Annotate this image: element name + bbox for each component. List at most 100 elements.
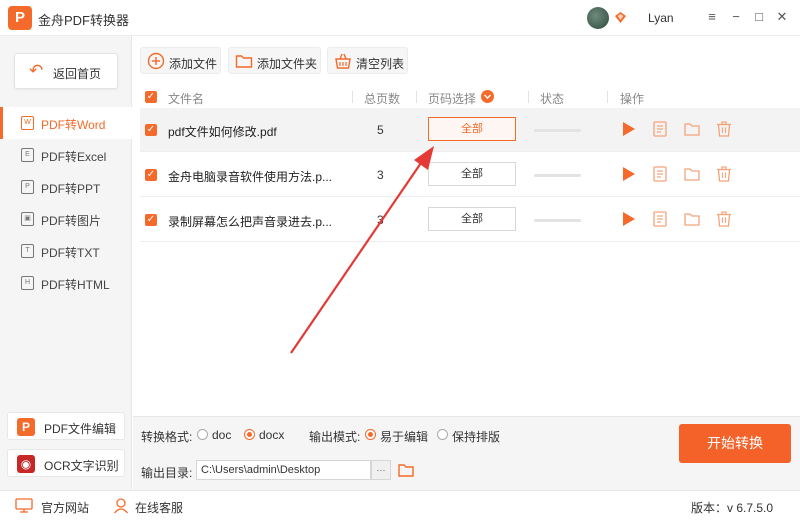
sidebar-item-label: PDF转Word [41,118,106,132]
column-header-page-select: 页码选择 [428,92,477,106]
page-select-field[interactable]: 全部 [428,117,516,141]
column-divider [607,91,608,103]
document-icon[interactable] [651,120,669,138]
output-dir-field[interactable]: C:\Users\admin\Desktop [196,460,371,480]
status-bar: 官方网站 在线客服 版本：v 6.7.5.0 [0,490,800,520]
status-progress-bar [534,129,581,132]
page-count: 3 [377,213,384,227]
sidebar-item-pdf-to-ppt[interactable]: P PDF转PPT [0,171,132,203]
excel-doc-icon: E [21,148,34,162]
monitor-icon [15,498,33,513]
column-header-pages: 总页数 [364,92,401,106]
close-button[interactable]: ✕ [774,9,790,25]
pdf-edit-label: PDF文件编辑 [44,422,117,436]
open-folder-icon[interactable] [397,461,415,479]
format-doc-radio[interactable] [197,429,208,440]
add-circle-icon [147,52,165,70]
online-support-link[interactable]: 在线客服 [135,499,183,516]
menu-icon[interactable]: ≡ [704,9,720,25]
minimize-button[interactable]: − [728,9,744,25]
browse-button[interactable]: ··· [371,460,391,480]
ocr-eye-icon: ◉ [17,455,35,473]
sidebar: ↶ 返回首页 W PDF转Word E PDF转Excel P PDF转PPT … [0,36,132,490]
trash-icon[interactable] [715,210,733,228]
folder-icon[interactable] [683,120,701,138]
txt-doc-icon: T [21,244,34,258]
mode-keep-layout-radio[interactable] [437,429,448,440]
ocr-label: OCR文字识别 [44,459,119,473]
page-count: 3 [377,168,384,182]
table-row[interactable]: ✓ pdf文件如何修改.pdf 5 全部 [140,108,800,152]
sidebar-item-pdf-to-image[interactable]: ▣ PDF转图片 [0,203,132,235]
chevron-down-icon[interactable] [481,90,494,103]
ocr-button[interactable]: ◉ OCR文字识别 [7,449,125,477]
vip-diamond-icon [615,12,626,23]
column-header-status: 状态 [540,92,565,106]
page-select-field[interactable]: 全部 [428,162,516,186]
image-doc-icon: ▣ [21,212,34,226]
status-progress-bar [534,174,581,177]
mode-editable-radio[interactable] [365,429,376,440]
pdf-edit-icon: P [17,418,35,436]
pdf-edit-button[interactable]: P PDF文件编辑 [7,412,125,440]
username[interactable]: Lyan [648,11,674,25]
html-doc-icon: H [21,276,34,290]
format-doc-label[interactable]: doc [212,428,231,442]
app-title: 金舟PDF转换器 [38,13,130,28]
column-header-filename: 文件名 [168,92,205,106]
version-text: 版本：v 6.7.5.0 [691,501,774,515]
select-all-checkbox[interactable]: ✓ [145,91,157,103]
sidebar-item-label: PDF转PPT [41,182,101,196]
back-home-button[interactable]: ↶ 返回首页 [14,53,118,89]
title-bar: P 金舟PDF转换器 Lyan ≡ − □ ✕ [0,0,800,36]
table-row[interactable]: ✓ 金舟电脑录音软件使用方法.p... 3 全部 [140,153,800,197]
play-icon[interactable] [619,210,637,228]
add-folder-label: 添加文件夹 [257,57,318,71]
sidebar-item-pdf-to-txt[interactable]: T PDF转TXT [0,235,132,267]
file-name: 录制屏幕怎么把声音录进去.p... [168,215,333,229]
output-mode-label: 输出模式: [309,430,361,444]
document-icon[interactable] [651,210,669,228]
page-count: 5 [377,123,384,137]
sidebar-item-label: PDF转图片 [41,214,102,228]
sidebar-item-label: PDF转Excel [41,150,107,164]
official-website-link[interactable]: 官方网站 [41,499,89,516]
trash-icon[interactable] [715,165,733,183]
row-checkbox[interactable]: ✓ [145,169,157,181]
sidebar-item-label: PDF转HTML [41,278,110,292]
play-icon[interactable] [619,120,637,138]
add-file-label: 添加文件 [169,57,218,71]
file-name: pdf文件如何修改.pdf [168,125,277,139]
play-icon[interactable] [619,165,637,183]
page-select-field[interactable]: 全部 [428,207,516,231]
folder-icon [235,55,253,68]
sidebar-item-pdf-to-excel[interactable]: E PDF转Excel [0,139,132,171]
app-logo: P [8,6,32,30]
add-file-button[interactable]: 添加文件 [140,47,221,74]
document-icon[interactable] [651,165,669,183]
format-docx-radio[interactable] [244,429,255,440]
column-header-actions: 操作 [620,92,645,106]
row-checkbox[interactable]: ✓ [145,214,157,226]
table-row[interactable]: ✓ 录制屏幕怎么把声音录进去.p... 3 全部 [140,198,800,242]
sidebar-item-pdf-to-html[interactable]: H PDF转HTML [0,267,132,299]
user-avatar[interactable] [587,7,609,29]
mode-keep-layout-label[interactable]: 保持排版 [452,428,500,445]
start-convert-button[interactable]: 开始转换 [679,424,791,463]
clear-list-button[interactable]: 清空列表 [327,47,408,74]
back-home-label: 返回首页 [53,67,102,81]
ppt-doc-icon: P [21,180,34,194]
basket-icon [335,53,351,69]
add-folder-button[interactable]: 添加文件夹 [228,47,321,74]
mode-editable-label[interactable]: 易于编辑 [380,428,428,445]
folder-icon[interactable] [683,165,701,183]
word-doc-icon: W [21,116,34,130]
format-docx-label[interactable]: docx [259,428,284,442]
trash-icon[interactable] [715,120,733,138]
maximize-button[interactable]: □ [751,9,767,25]
folder-icon[interactable] [683,210,701,228]
row-checkbox[interactable]: ✓ [145,124,157,136]
output-dir-label: 输出目录: [141,466,193,480]
sidebar-item-pdf-to-word[interactable]: W PDF转Word [0,107,132,139]
status-progress-bar [534,219,581,222]
